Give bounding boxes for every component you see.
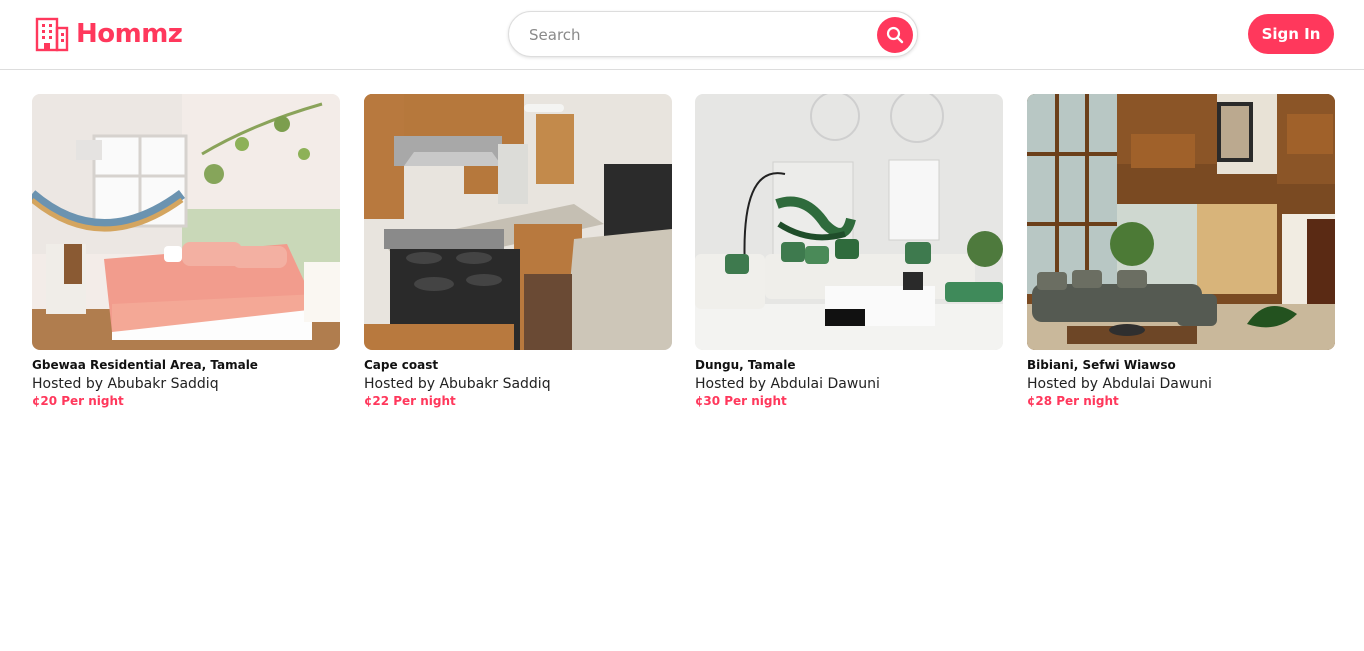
listing-price: ¢28 Per night bbox=[1027, 394, 1119, 408]
building-icon bbox=[35, 17, 69, 52]
brand-logo[interactable]: Hommz bbox=[34, 16, 183, 52]
search-button[interactable] bbox=[877, 17, 913, 53]
listing-photo[interactable] bbox=[695, 94, 1003, 350]
search-bar bbox=[508, 11, 918, 57]
listing-card[interactable]: Gbewaa Residential Area, Tamale Hosted b… bbox=[32, 94, 340, 409]
listing-price: ¢22 Per night bbox=[364, 394, 456, 408]
top-navbar: Hommz Sign In bbox=[0, 0, 1364, 70]
sign-in-button[interactable]: Sign In bbox=[1248, 14, 1334, 54]
lounge-photo bbox=[1027, 94, 1335, 350]
listing-card[interactable]: Dungu, Tamale Hosted by Abdulai Dawuni ¢… bbox=[695, 94, 1003, 409]
listing-host: Hosted by Abubakr Saddiq bbox=[32, 376, 219, 392]
listing-location: Bibiani, Sefwi Wiawso bbox=[1027, 358, 1176, 372]
living-room-photo bbox=[695, 94, 1003, 350]
brand-name: Hommz bbox=[76, 19, 183, 49]
listing-host: Hosted by Abubakr Saddiq bbox=[364, 376, 551, 392]
listing-price: ¢20 Per night bbox=[32, 394, 124, 408]
bedroom-photo bbox=[32, 94, 340, 350]
listing-location: Gbewaa Residential Area, Tamale bbox=[32, 358, 258, 372]
listing-location: Dungu, Tamale bbox=[695, 358, 796, 372]
listing-host: Hosted by Abdulai Dawuni bbox=[1027, 376, 1212, 392]
listing-photo[interactable] bbox=[364, 94, 672, 350]
listing-card[interactable]: Bibiani, Sefwi Wiawso Hosted by Abdulai … bbox=[1027, 94, 1335, 409]
search-icon bbox=[886, 26, 904, 44]
listing-location: Cape coast bbox=[364, 358, 439, 372]
listing-host: Hosted by Abdulai Dawuni bbox=[695, 376, 880, 392]
kitchen-photo bbox=[364, 94, 672, 350]
listing-card[interactable]: Cape coast Hosted by Abubakr Saddiq ¢22 … bbox=[364, 94, 672, 409]
listing-price: ¢30 Per night bbox=[695, 394, 787, 408]
search-input[interactable] bbox=[529, 22, 869, 48]
listing-photo[interactable] bbox=[32, 94, 340, 350]
listing-photo[interactable] bbox=[1027, 94, 1335, 350]
